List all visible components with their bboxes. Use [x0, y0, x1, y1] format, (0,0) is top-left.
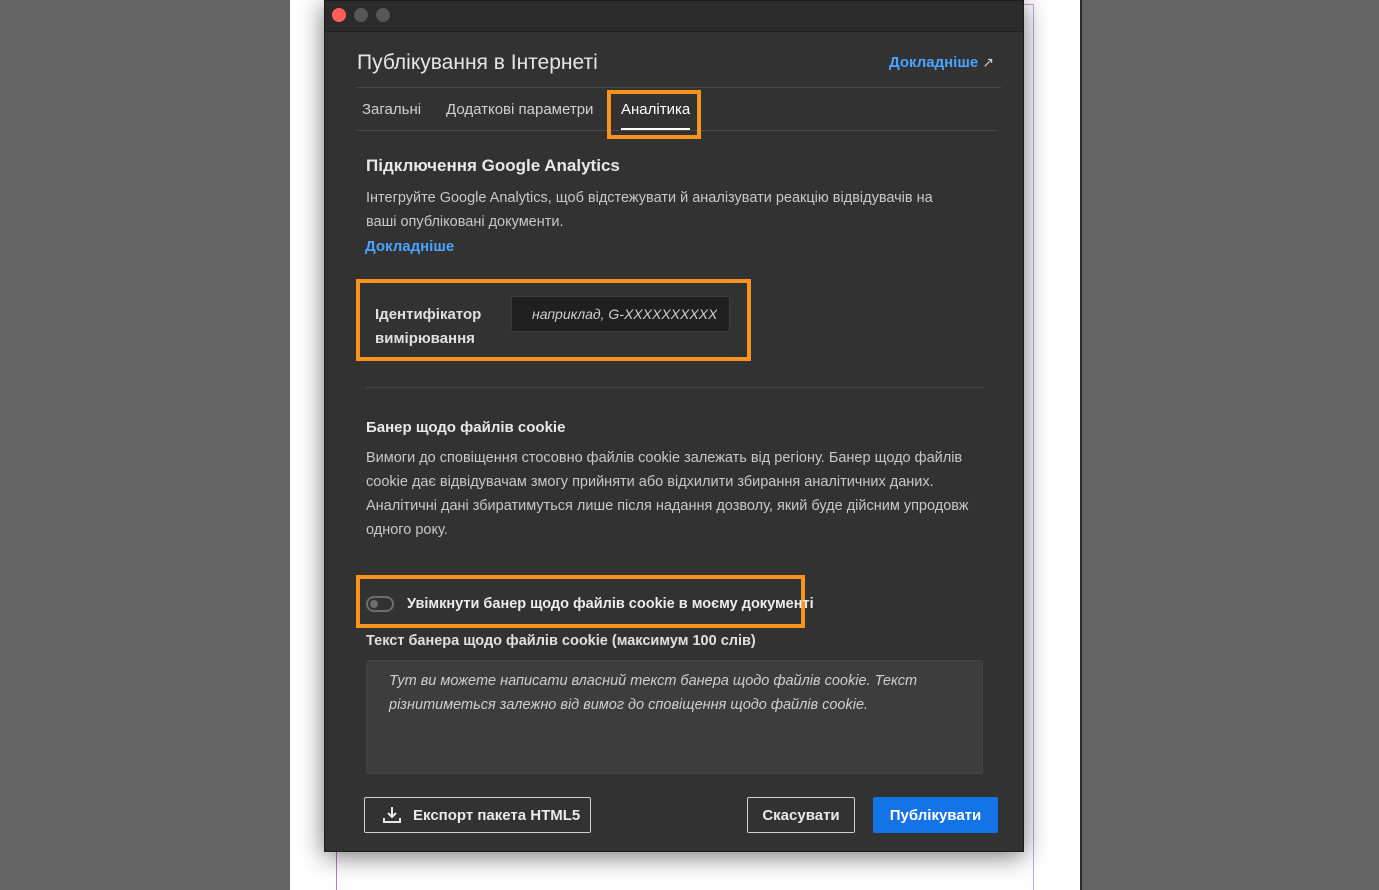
margin-guide	[336, 846, 337, 890]
publish-button[interactable]: Публікувати	[873, 797, 998, 833]
dialog-title: Публікування в Інтернеті	[357, 51, 598, 74]
minimize-window-button[interactable]	[354, 8, 368, 22]
learn-more-link[interactable]: Докладніше	[365, 238, 454, 255]
measurement-id-label: Ідентифікатор вимірювання	[375, 306, 482, 347]
cookie-banner-text-label: Текст банера щодо файлів cookie (максиму…	[366, 633, 756, 649]
cookie-banner-description: Вимоги до сповіщення стосовно файлів coo…	[366, 450, 969, 538]
cookie-banner-heading: Банер щодо файлів cookie	[366, 419, 566, 436]
close-window-button[interactable]	[332, 8, 346, 22]
export-html5-button[interactable]: Експорт пакета HTML5	[364, 797, 591, 833]
divider	[366, 387, 983, 388]
divider	[357, 87, 1001, 88]
download-icon	[383, 807, 401, 823]
learn-more-link-top[interactable]: Докладніше ↗	[889, 54, 994, 71]
margin-guide	[1033, 4, 1034, 890]
external-link-icon: ↗	[982, 54, 994, 70]
cookie-banner-toggle[interactable]	[366, 596, 394, 612]
tab-general[interactable]: Загальні	[362, 101, 421, 118]
tab-advanced-options[interactable]: Додаткові параметри	[446, 101, 593, 118]
cookie-banner-toggle-label: Увімкнути банер щодо файлів cookie в моє…	[407, 596, 814, 612]
learn-more-label: Докладніше	[889, 54, 979, 71]
highlight-box-tab	[607, 90, 701, 139]
maximize-window-button[interactable]	[376, 8, 390, 22]
export-html5-label: Експорт пакета HTML5	[413, 806, 581, 824]
toggle-knob	[370, 600, 378, 608]
cancel-button[interactable]: Скасувати	[747, 797, 855, 833]
google-analytics-description: Інтегруйте Google Analytics, щоб відстеж…	[366, 190, 933, 230]
page-edge	[1080, 0, 1082, 890]
measurement-id-input[interactable]	[511, 296, 730, 332]
publish-online-dialog: Публікування в Інтернеті Докладніше ↗ Заг…	[324, 0, 1024, 852]
margin-guide	[1024, 4, 1034, 5]
cookie-banner-text-input[interactable]	[366, 660, 983, 774]
google-analytics-heading: Підключення Google Analytics	[366, 156, 620, 175]
window-titlebar	[325, 1, 1023, 32]
